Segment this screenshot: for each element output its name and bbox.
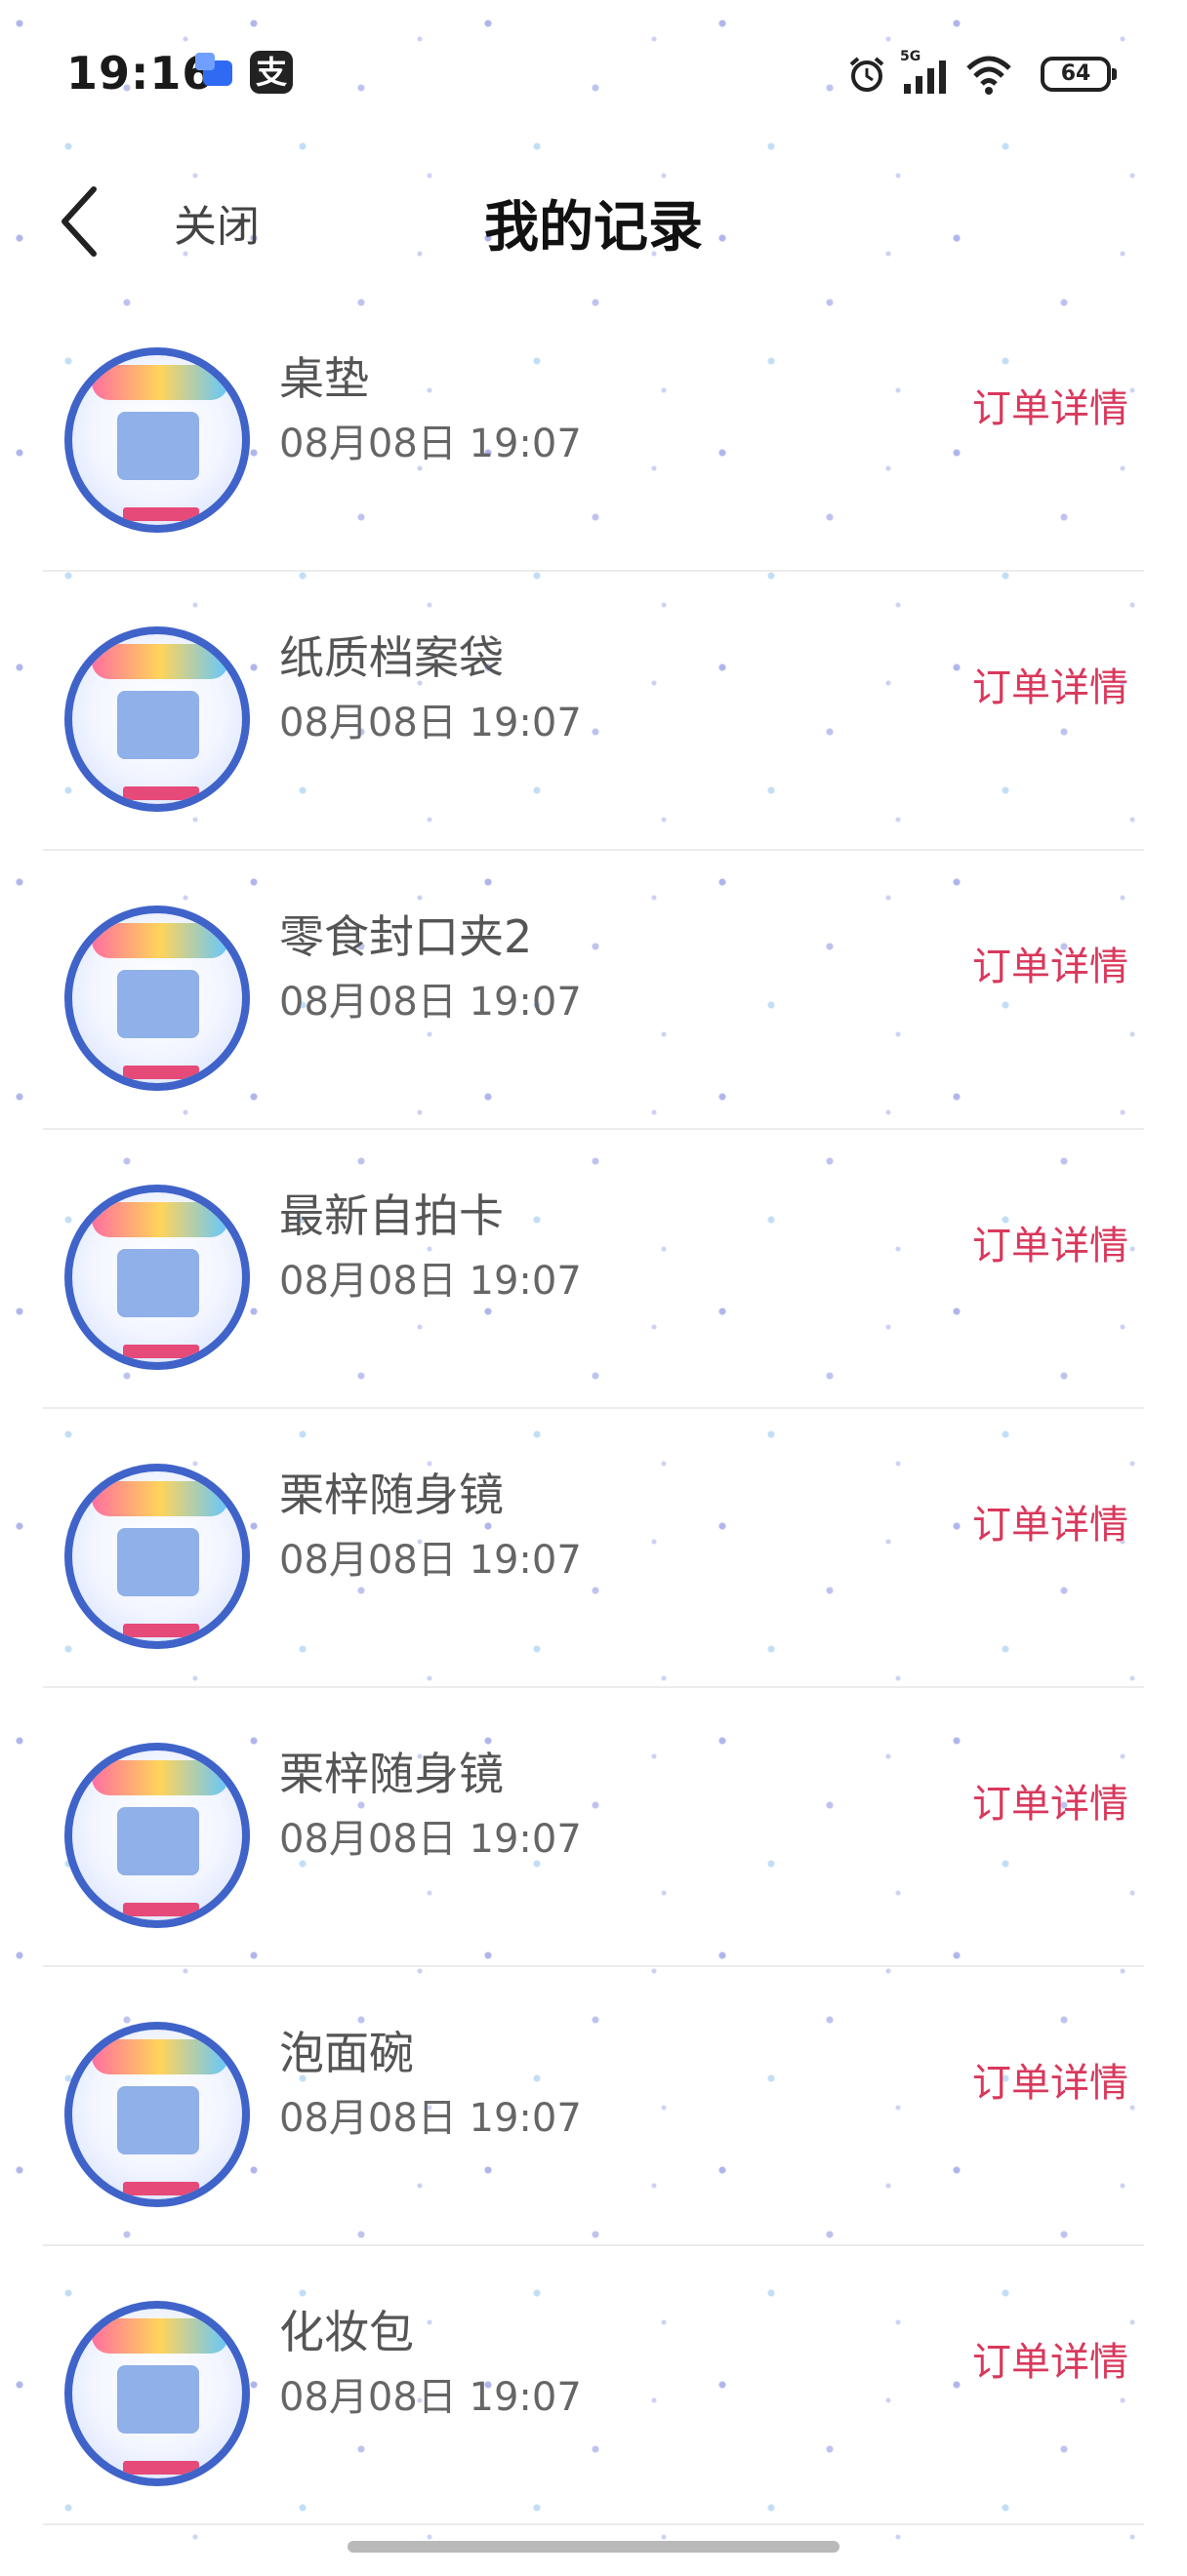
item-time: 08月08日 19:07 [279,980,582,1025]
item-name: 栗梓随身镜 [279,1469,504,1521]
chat-notification-icon [195,53,232,86]
item-time: 08月08日 19:07 [279,422,582,466]
product-thumbnail [64,347,250,533]
product-thumbnail [64,626,250,812]
order-detail-link[interactable]: 订单详情 [972,2330,1128,2387]
product-thumbnail [64,2301,250,2486]
list-item: 栗梓随身镜 08月08日 19:07 订单详情 [43,1409,1144,1688]
order-detail-link[interactable]: 订单详情 [972,1493,1128,1550]
product-thumbnail [64,1185,250,1370]
signal-icon: 5G [900,49,946,94]
order-detail-link[interactable]: 订单详情 [972,2051,1128,2108]
item-name: 泡面碗 [279,2027,414,2079]
list-item: 泡面碗 08月08日 19:07 订单详情 [43,1967,1144,2246]
order-detail-link[interactable]: 订单详情 [972,1772,1128,1829]
close-button[interactable]: 关闭 [174,191,260,254]
item-time: 08月08日 19:07 [279,2096,582,2141]
list-item: 最新自拍卡 08月08日 19:07 订单详情 [43,1130,1144,1409]
product-thumbnail [64,1464,250,1649]
product-thumbnail [64,1743,250,1928]
item-name: 桌垫 [279,352,369,405]
item-name: 最新自拍卡 [279,1189,504,1242]
list-item: 桌垫 08月08日 19:07 订单详情 [43,293,1144,572]
record-list: 桌垫 08月08日 19:07 订单详情 纸质档案袋 08月08日 19:07 … [0,293,1187,2525]
alarm-icon [849,57,884,92]
navigation-bar: 关闭 我的记录 [0,146,1187,293]
item-name: 零食封口夹2 [279,910,533,963]
list-item: 纸质档案袋 08月08日 19:07 订单详情 [43,572,1144,851]
product-thumbnail [64,2022,250,2207]
order-detail-link[interactable]: 订单详情 [972,935,1128,991]
list-item: 零食封口夹2 08月08日 19:07 订单详情 [43,851,1144,1130]
payment-app-icon: 支 [250,51,293,94]
item-time: 08月08日 19:07 [279,1538,582,1583]
item-name: 纸质档案袋 [279,631,504,684]
battery-icon: 64 [1041,57,1117,92]
item-name: 化妆包 [279,2306,414,2358]
list-item: 栗梓随身镜 08月08日 19:07 订单详情 [43,1688,1144,1967]
order-detail-link[interactable]: 订单详情 [972,377,1128,433]
network-type-label: 5G [900,49,921,64]
home-indicator[interactable] [348,2541,839,2553]
item-time: 08月08日 19:07 [279,701,582,745]
status-time: 19:16 [66,47,215,100]
order-detail-link[interactable]: 订单详情 [972,656,1128,712]
item-time: 08月08日 19:07 [279,2375,582,2420]
item-time: 08月08日 19:07 [279,1817,582,1862]
list-item: 化妆包 08月08日 19:07 订单详情 [43,2246,1144,2525]
back-button[interactable] [51,178,109,265]
order-detail-link[interactable]: 订单详情 [972,1214,1128,1270]
status-bar: 19:16 支 5G 64 [0,0,1187,146]
item-time: 08月08日 19:07 [279,1259,582,1304]
wifi-icon [966,56,1011,95]
product-thumbnail [64,906,250,1091]
item-name: 栗梓随身镜 [279,1748,504,1800]
